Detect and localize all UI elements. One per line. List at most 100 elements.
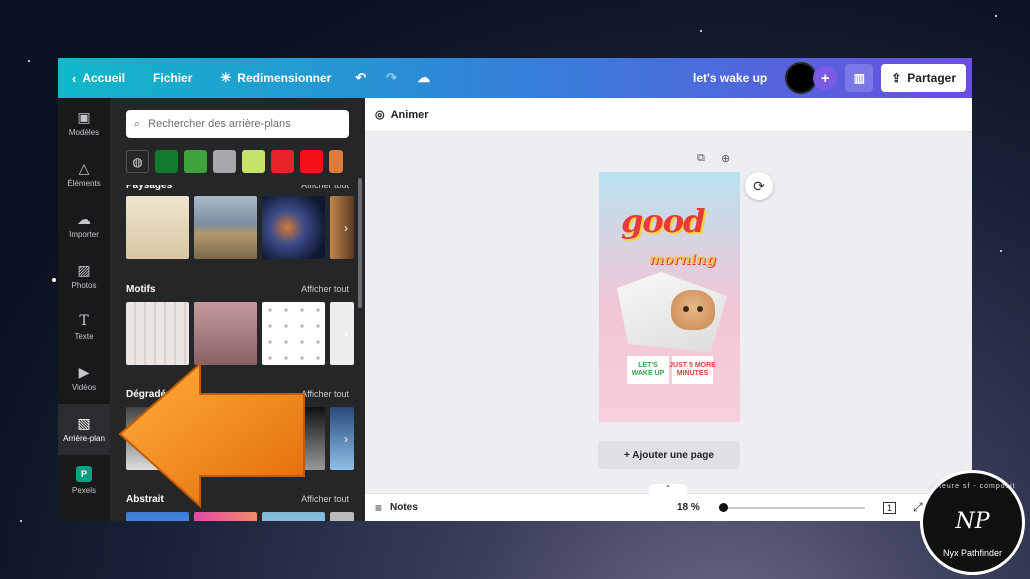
star <box>28 60 30 62</box>
project-name[interactable]: let's wake up <box>693 71 767 85</box>
orange-arrow-annotation <box>118 362 305 509</box>
toolbar-subbar: ◎ Animer <box>365 98 972 132</box>
chevron-right-icon[interactable]: › <box>337 196 355 259</box>
badge-ring-text: auteure sf - composit <box>929 483 1016 490</box>
rail-item-pexels[interactable]: P Pexels <box>58 455 110 506</box>
image-icon: ▨ <box>77 262 91 278</box>
resize-label: Redimensionner <box>237 71 332 85</box>
cat-eye <box>683 306 689 312</box>
add-collaborator-button[interactable]: + <box>813 66 838 90</box>
share-button[interactable]: ⇪ Partager <box>881 64 966 92</box>
kitten-image <box>671 290 715 330</box>
palette-icon[interactable]: ◍ <box>126 150 149 173</box>
see-all-abstract[interactable]: Afficher tout <box>301 494 349 504</box>
see-all-gradients[interactable]: Afficher tout <box>301 389 349 399</box>
file-menu-button[interactable]: Fichier <box>139 58 206 98</box>
thumb-image[interactable] <box>126 196 189 259</box>
rail-item-templates[interactable]: ▣ Modèles <box>58 98 110 149</box>
rail-item-text[interactable]: T Texte <box>58 302 110 353</box>
chevron-left-icon: ‹ <box>72 70 77 86</box>
pattern-thumbs <box>126 302 354 365</box>
layout-icon: ▣ <box>77 109 91 125</box>
regenerate-button[interactable]: ⟳ <box>745 172 773 200</box>
plus-icon: + <box>820 69 830 87</box>
color-swatch[interactable] <box>155 150 178 173</box>
side-rail: ▣ Modèles △ Éléments ☁ Importer ▨ Photos T Te… <box>58 98 110 521</box>
zoom-slider[interactable] <box>725 507 865 509</box>
arrow-shape <box>118 362 305 509</box>
color-swatches: ◍ <box>126 150 343 173</box>
bar-chart-icon: ▥ <box>853 71 865 85</box>
topbar-right: let's wake up + ▥ ⇪ Partager <box>693 58 966 98</box>
rail-item-background[interactable]: ▧ Arrière-plan <box>58 404 110 455</box>
rail-label: Éléments <box>67 179 101 188</box>
notes-button[interactable]: Notes <box>390 502 418 513</box>
share-label: Partager <box>907 71 956 85</box>
color-swatch[interactable] <box>271 150 294 173</box>
thumb-image[interactable] <box>262 196 325 259</box>
star <box>995 15 997 17</box>
star <box>1000 250 1002 252</box>
good-text: good <box>621 202 705 240</box>
undo-icon: ↶ <box>355 70 367 85</box>
badge-monogram: NP <box>955 509 990 534</box>
star <box>20 520 22 522</box>
rail-label: Vidéos <box>71 383 97 392</box>
shapes-icon: △ <box>78 160 90 176</box>
add-page-icon[interactable]: ⊕ <box>721 152 730 165</box>
home-label: Accueil <box>82 71 126 85</box>
thumb-image[interactable] <box>194 196 257 259</box>
star <box>52 278 56 282</box>
notes-icon: ≡ <box>375 500 383 515</box>
page-count-button[interactable]: 1 <box>883 501 897 514</box>
author-badge: auteure sf - composit NP Nyx Pathfinder <box>920 470 1025 575</box>
video-icon: ▶ <box>78 364 90 380</box>
save-status-button[interactable]: ☁ <box>407 58 440 98</box>
rail-item-elements[interactable]: △ Éléments <box>58 149 110 200</box>
animate-button[interactable]: Animer <box>391 109 429 121</box>
rail-label: Texte <box>74 332 94 341</box>
design-canvas: ⧉ ⊕ good morning LET'S WAKE UP JUST 5 MO… <box>365 132 972 493</box>
thumb-image[interactable] <box>194 302 257 365</box>
search-input[interactable]: ⌕ Rechercher des arrière-plans <box>126 110 349 138</box>
thumb-image[interactable] <box>330 512 354 521</box>
redo-button[interactable]: ↷ <box>376 58 407 98</box>
rail-label: Arrière-plan <box>63 434 105 443</box>
thumb-image[interactable] <box>126 302 189 365</box>
color-swatch[interactable] <box>242 150 265 173</box>
rail-item-videos[interactable]: ▶ Vidéos <box>58 353 110 404</box>
story-page[interactable]: good morning LET'S WAKE UP JUST 5 MORE M… <box>599 172 740 422</box>
chevron-up-icon[interactable]: ⌃ <box>649 484 687 496</box>
color-swatch[interactable] <box>184 150 207 173</box>
rail-label: Importer <box>69 230 99 239</box>
rail-item-upload[interactable]: ☁ Importer <box>58 200 110 251</box>
badge-name: Nyx Pathfinder <box>942 548 1003 558</box>
cloud-check-icon: ☁ <box>417 70 431 85</box>
see-all-patterns[interactable]: Afficher tout <box>301 284 349 294</box>
duplicate-page-icon[interactable]: ⧉ <box>697 152 705 165</box>
zoom-level: 18 % <box>677 502 700 513</box>
cloud-upload-icon: ☁ <box>77 211 91 227</box>
color-swatch[interactable] <box>300 150 323 173</box>
thumb-image[interactable] <box>262 302 325 365</box>
resize-button[interactable]: ✳ Redimensionner <box>206 58 345 98</box>
hatch-icon: ▧ <box>77 415 91 431</box>
add-page-button[interactable]: + Ajouter une page <box>598 441 740 469</box>
home-button[interactable]: ‹ Accueil <box>58 58 139 98</box>
zoom-slider-knob[interactable] <box>719 503 728 512</box>
landscape-thumbs <box>126 196 354 259</box>
file-label: Fichier <box>153 71 193 85</box>
morning-text: morning <box>649 252 716 268</box>
search-placeholder: Rechercher des arrière-plans <box>148 118 291 130</box>
color-swatch[interactable] <box>213 150 236 173</box>
chevron-right-icon[interactable]: › <box>337 302 355 365</box>
rail-item-photos[interactable]: ▨ Photos <box>58 251 110 302</box>
undo-button[interactable]: ↶ <box>345 58 376 98</box>
bottom-bar: ⌃ ≡ Notes 18 % 1 ⤢ <box>365 484 972 521</box>
see-all-landscapes[interactable]: Afficher tout <box>301 185 349 190</box>
panel-scrollbar[interactable] <box>358 178 362 308</box>
color-swatch[interactable] <box>329 150 343 173</box>
rail-label: Photos <box>71 281 97 290</box>
insights-button[interactable]: ▥ <box>845 64 874 92</box>
chevron-right-icon[interactable]: › <box>337 407 355 470</box>
